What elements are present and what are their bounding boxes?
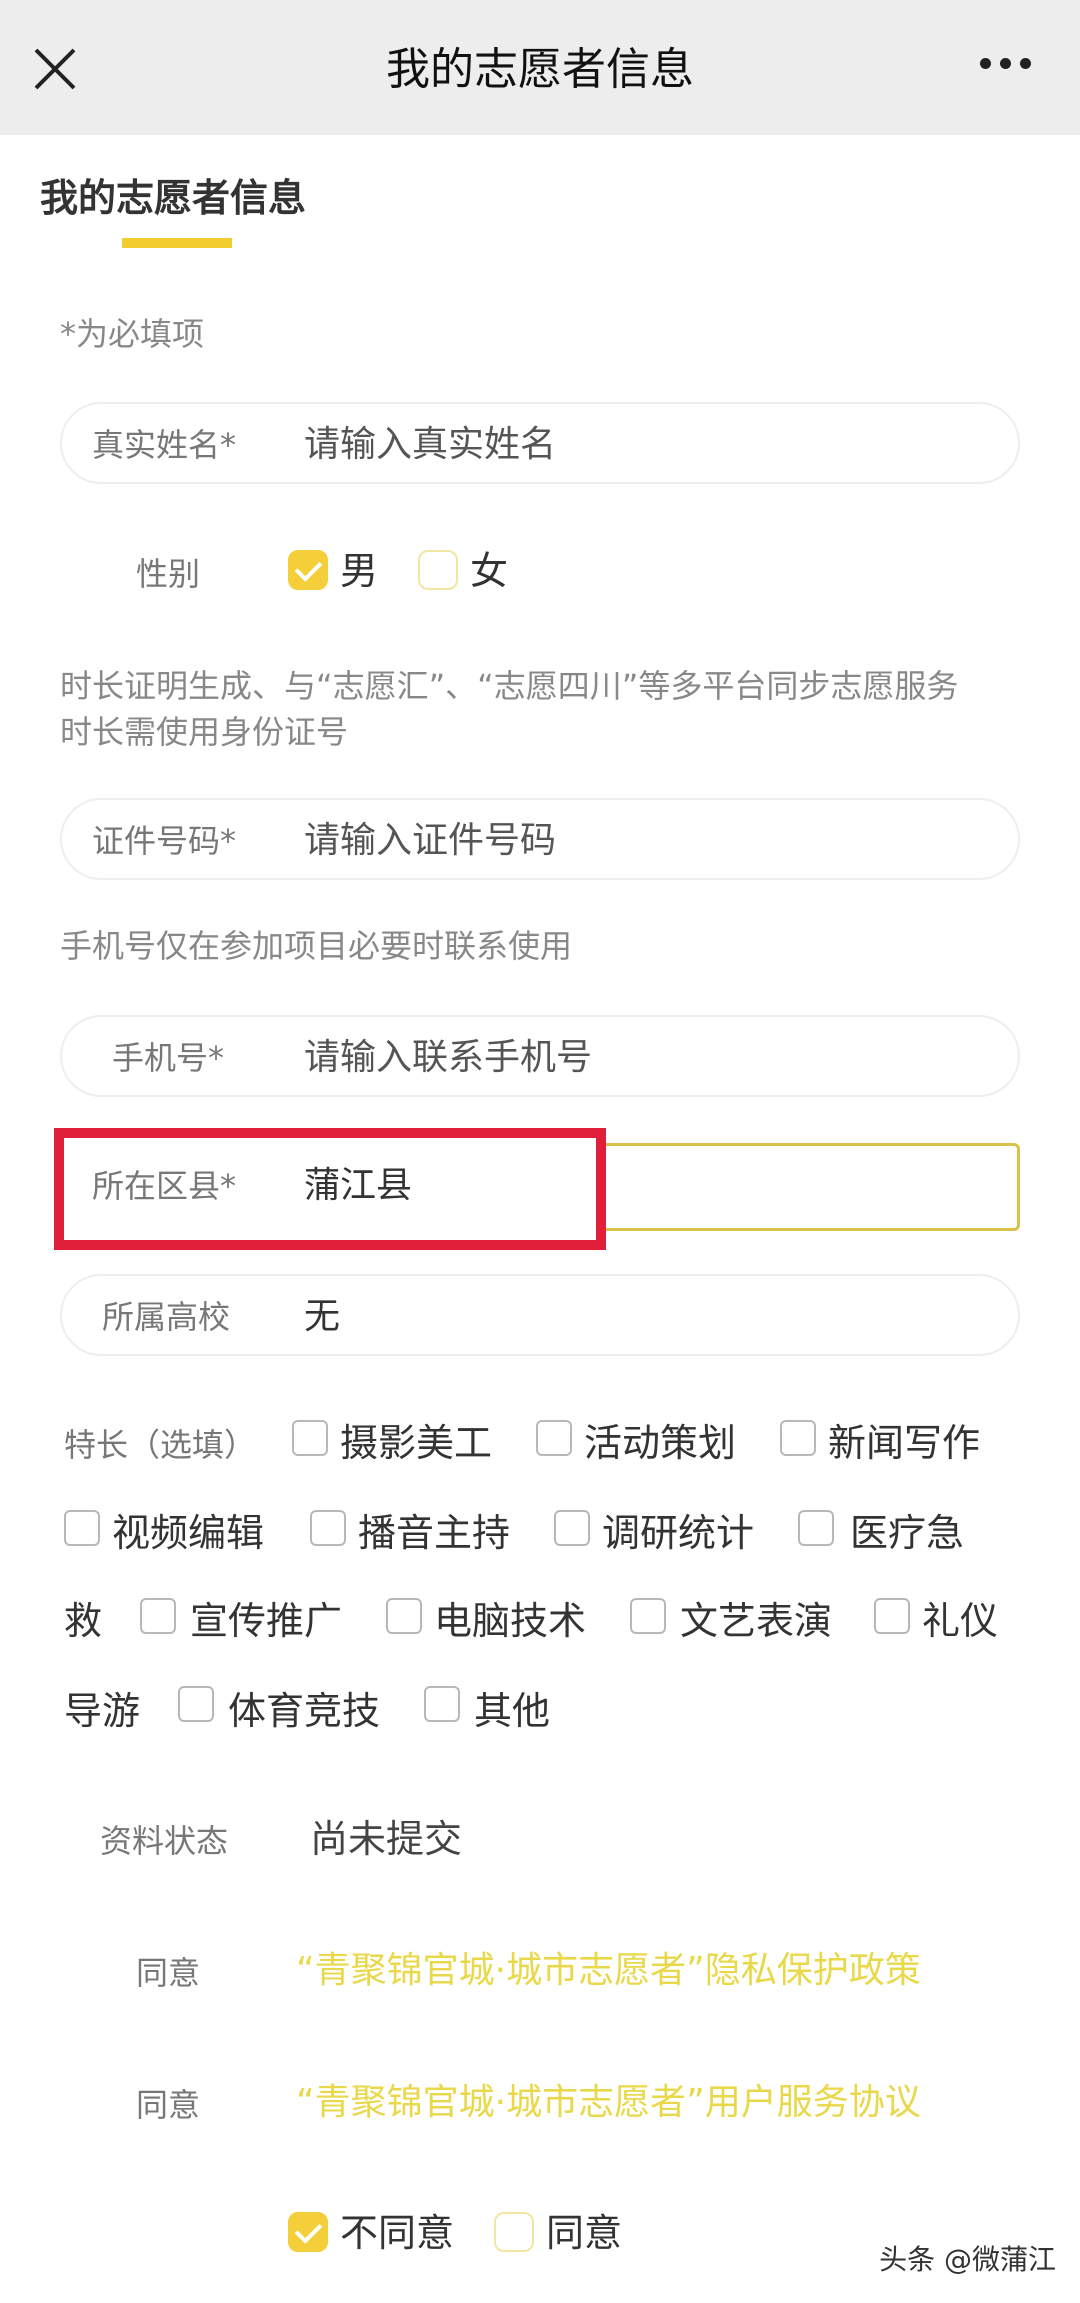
skill-checkbox-news-writing[interactable] (780, 1420, 816, 1456)
skill-label-first-aid: 医疗急 (850, 1511, 965, 1555)
required-hint: *为必填项 (60, 315, 205, 353)
skills-label: 特长（选填） (64, 1426, 257, 1464)
skill-checkbox-performance[interactable] (630, 1598, 666, 1634)
nav-title: 我的志愿者信息 (386, 44, 694, 95)
phone-notice: 手机号仅在参加项目必要时联系使用 (60, 927, 573, 965)
id-notice-line2: 时长需使用身份证号 (60, 713, 349, 751)
school-field[interactable]: 所属高校 无 (60, 1274, 1020, 1356)
status-value: 尚未提交 (310, 1817, 463, 1861)
gender-label: 性别 (136, 555, 201, 593)
phone-field[interactable]: 手机号* 请输入联系手机号 (60, 1015, 1020, 1097)
district-field-focus (600, 1143, 1020, 1231)
status-label: 资料状态 (100, 1822, 229, 1860)
skill-label-etiquette-cont: 导游 (64, 1689, 141, 1733)
skill-checkbox-sports[interactable] (178, 1686, 214, 1722)
gender-female-label: 女 (470, 549, 509, 593)
agree-label: 同意 (546, 2211, 623, 2255)
skill-label-event-planning: 活动策划 (584, 1421, 737, 1465)
watermark: 头条 @微蒲江 (879, 2243, 1056, 2276)
gender-female-checkbox[interactable] (418, 550, 458, 590)
highlight-annotation (54, 1128, 606, 1250)
disagree-checkbox[interactable] (288, 2212, 328, 2252)
skill-label-research-stats: 调研统计 (602, 1511, 755, 1555)
skill-label-etiquette: 礼仪 (922, 1599, 999, 1643)
gender-male-checkbox[interactable] (288, 550, 328, 590)
skill-checkbox-publicity[interactable] (140, 1598, 176, 1634)
service-agree-label: 同意 (136, 2086, 201, 2124)
id-notice-line1: 时长证明生成、与“志愿汇”、“志愿四川”等多平台同步志愿服务 (60, 667, 959, 705)
phone-input[interactable]: 请输入联系手机号 (304, 1017, 592, 1099)
id-number-label: 证件号码* (92, 822, 237, 860)
skill-checkbox-photography[interactable] (292, 1420, 328, 1456)
skill-checkbox-first-aid[interactable] (798, 1510, 834, 1546)
service-agreement-link[interactable]: “青聚锦官城·城市志愿者”用户服务协议 (296, 2078, 921, 2128)
id-number-field[interactable]: 证件号码* 请输入证件号码 (60, 798, 1020, 880)
skill-checkbox-etiquette[interactable] (874, 1598, 910, 1634)
school-value[interactable]: 无 (304, 1276, 340, 1358)
skill-checkbox-computer-tech[interactable] (386, 1598, 422, 1634)
name-input[interactable]: 请输入真实姓名 (304, 404, 556, 486)
name-field[interactable]: 真实姓名* 请输入真实姓名 (60, 402, 1020, 484)
privacy-policy-link[interactable]: “青聚锦官城·城市志愿者”隐私保护政策 (296, 1946, 921, 1996)
name-field-label: 真实姓名* (92, 426, 237, 464)
skill-label-other: 其他 (474, 1689, 551, 1733)
phone-label: 手机号* (112, 1039, 225, 1077)
agree-checkbox[interactable] (494, 2212, 534, 2252)
skill-label-photography: 摄影美工 (340, 1421, 493, 1465)
disagree-label: 不同意 (340, 2211, 455, 2255)
id-number-input[interactable]: 请输入证件号码 (304, 800, 556, 882)
skill-label-news-writing: 新闻写作 (828, 1421, 981, 1465)
skill-checkbox-event-planning[interactable] (536, 1420, 572, 1456)
school-label: 所属高校 (102, 1298, 231, 1336)
section-title: 我的志愿者信息 (40, 176, 307, 220)
skill-label-computer-tech: 电脑技术 (434, 1599, 587, 1643)
skill-checkbox-research-stats[interactable] (554, 1510, 590, 1546)
privacy-agree-label: 同意 (136, 1954, 201, 1992)
gender-male-label: 男 (340, 549, 379, 593)
skill-checkbox-broadcasting[interactable] (310, 1510, 346, 1546)
skill-checkbox-other[interactable] (424, 1686, 460, 1722)
more-options-icon[interactable] (980, 58, 1032, 78)
skill-label-sports: 体育竞技 (228, 1689, 381, 1733)
skill-label-performance: 文艺表演 (680, 1599, 833, 1643)
skill-label-first-aid-cont: 救 (64, 1599, 103, 1643)
section-title-underline (122, 238, 232, 248)
skill-label-publicity: 宣传推广 (190, 1599, 343, 1643)
skill-checkbox-video-editing[interactable] (64, 1510, 100, 1546)
skill-label-video-editing: 视频编辑 (112, 1511, 265, 1555)
skill-label-broadcasting: 播音主持 (358, 1511, 511, 1555)
